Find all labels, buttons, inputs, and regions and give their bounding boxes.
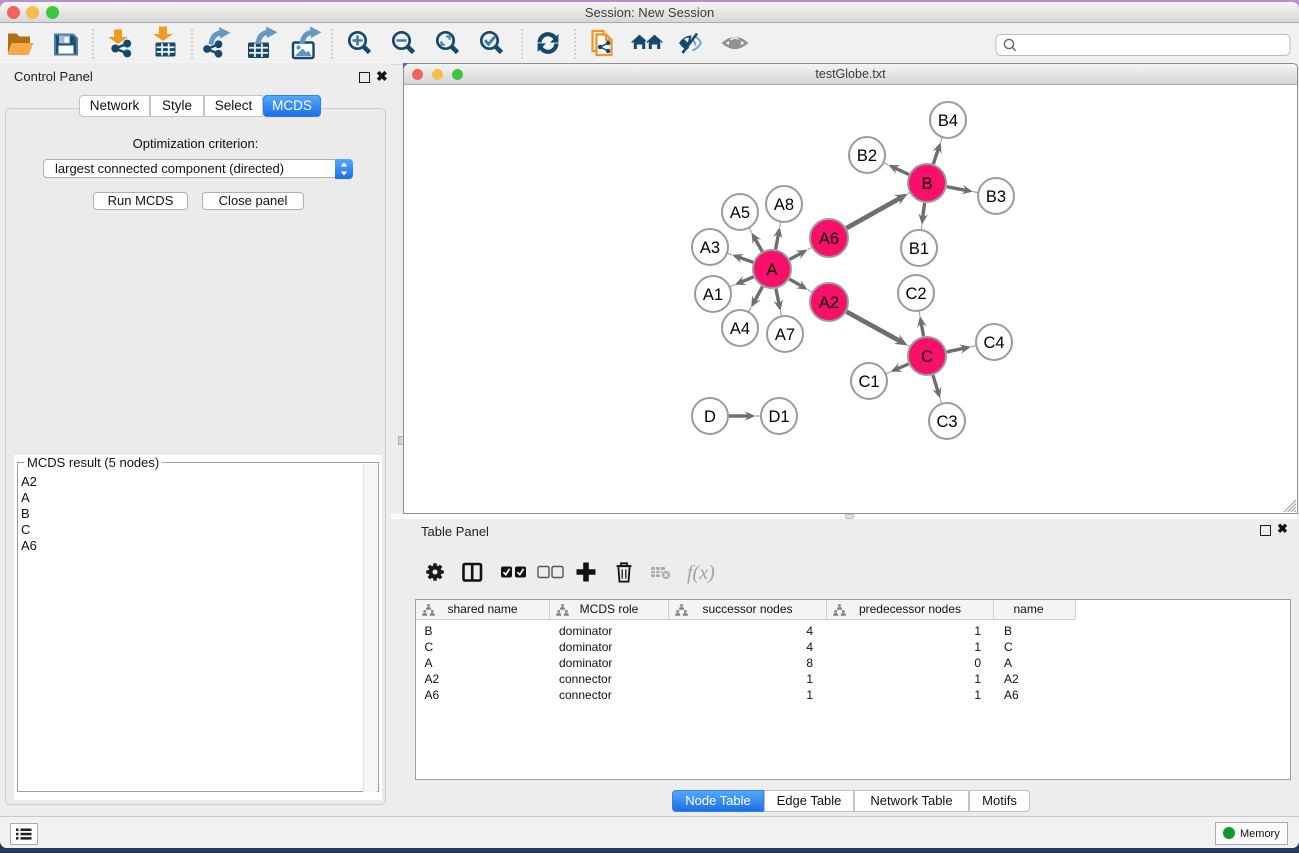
svg-text:D: D	[704, 408, 716, 426]
svg-text:A7: A7	[775, 326, 795, 344]
svg-text:C3: C3	[936, 413, 957, 431]
svg-text:B2: B2	[857, 147, 877, 165]
svg-text:B: B	[921, 175, 932, 193]
svg-text:A4: A4	[730, 320, 750, 338]
svg-text:A3: A3	[700, 239, 720, 257]
svg-text:D1: D1	[768, 408, 789, 426]
svg-text:C1: C1	[858, 373, 879, 391]
svg-text:A5: A5	[730, 204, 750, 222]
svg-text:C: C	[921, 348, 933, 366]
svg-text:Memory: Memory	[1240, 828, 1280, 840]
svg-text:A: A	[766, 261, 777, 279]
svg-text:C4: C4	[983, 334, 1004, 352]
svg-text:f(x): f(x)	[687, 562, 715, 584]
svg-text:B3: B3	[986, 188, 1006, 206]
svg-text:B1: B1	[909, 240, 929, 258]
svg-text:A8: A8	[774, 196, 794, 214]
svg-text:A1: A1	[703, 286, 723, 304]
svg-text:C2: C2	[905, 285, 926, 303]
svg-text:B4: B4	[938, 112, 958, 130]
svg-text:A2: A2	[819, 294, 839, 312]
svg-text:A6: A6	[819, 230, 839, 248]
